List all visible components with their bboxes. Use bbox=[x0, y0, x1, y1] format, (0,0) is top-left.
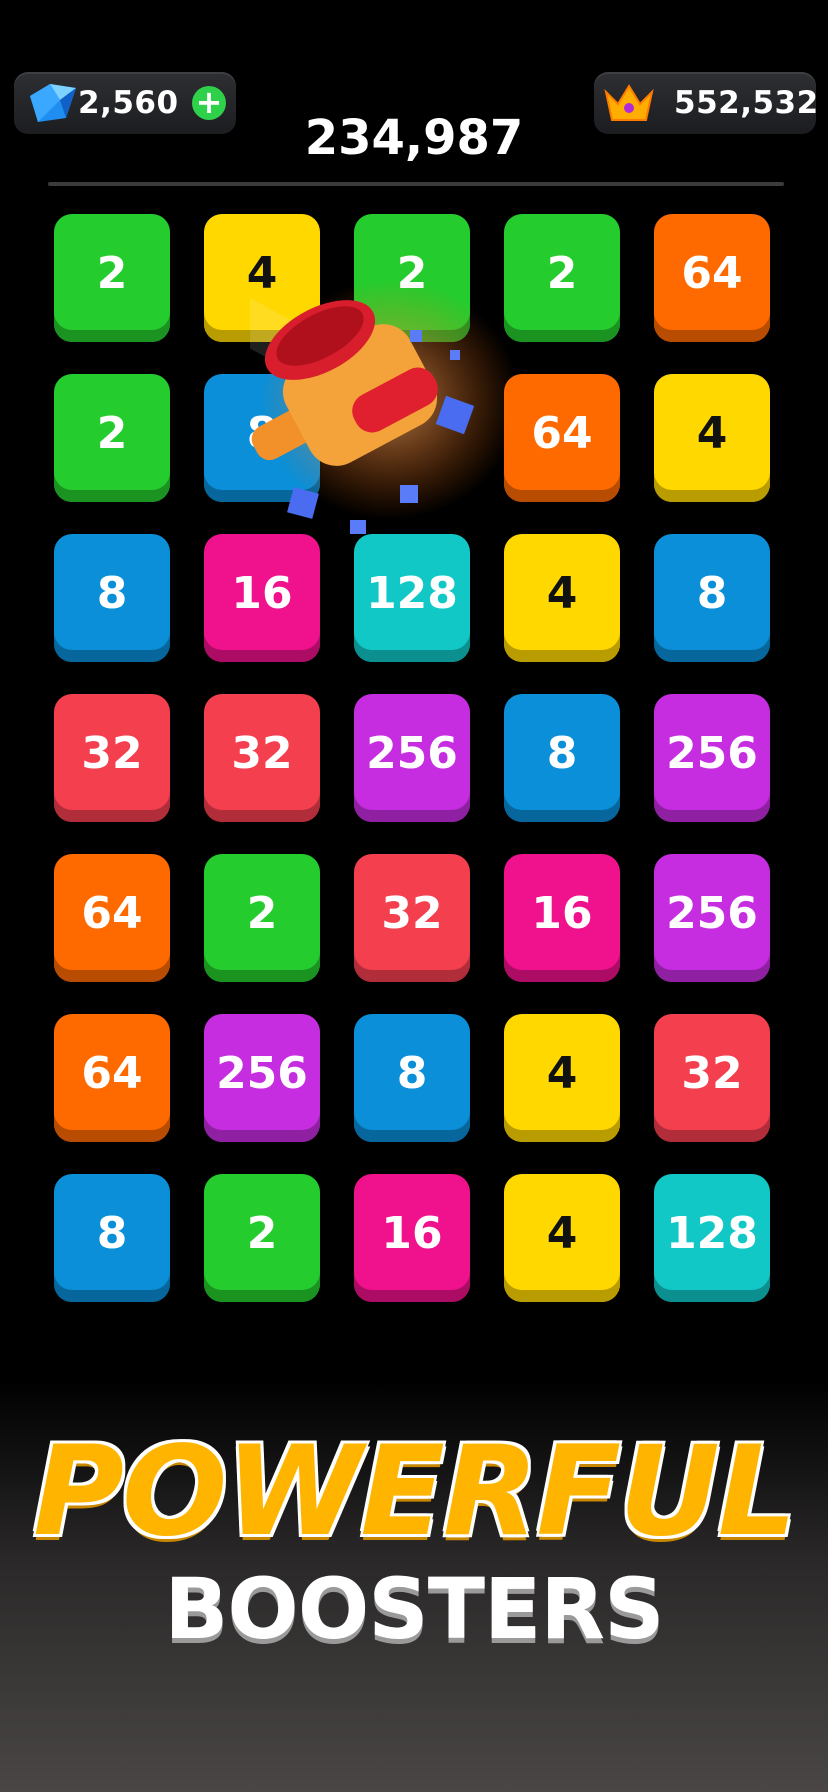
tile[interactable]: 256 bbox=[654, 694, 770, 822]
tile[interactable]: 128 bbox=[654, 1174, 770, 1302]
tile[interactable]: 8 bbox=[54, 1174, 170, 1302]
tile[interactable]: 64 bbox=[654, 214, 770, 342]
tile[interactable]: 8 bbox=[654, 534, 770, 662]
tile[interactable]: 8 bbox=[504, 694, 620, 822]
hammer-icon bbox=[250, 280, 520, 534]
promo-headline: POWERFUL bbox=[33, 1420, 797, 1564]
tile[interactable]: 2 bbox=[204, 1174, 320, 1302]
tile[interactable]: 8 bbox=[354, 1014, 470, 1142]
tile[interactable]: 2 bbox=[54, 214, 170, 342]
tile[interactable]: 16 bbox=[354, 1174, 470, 1302]
tile[interactable]: 256 bbox=[204, 1014, 320, 1142]
tile[interactable]: 4 bbox=[654, 374, 770, 502]
tile[interactable]: 32 bbox=[204, 694, 320, 822]
tile[interactable]: 4 bbox=[504, 1174, 620, 1302]
tile[interactable]: 16 bbox=[204, 534, 320, 662]
game-board[interactable]: 2422642864481612848323225682566423216256… bbox=[0, 0, 828, 1320]
tile[interactable]: 128 bbox=[354, 534, 470, 662]
tile[interactable]: 32 bbox=[54, 694, 170, 822]
tile[interactable]: 64 bbox=[54, 1014, 170, 1142]
promo-subline: BOOSTERS bbox=[164, 1560, 664, 1658]
tile[interactable]: 32 bbox=[354, 854, 470, 982]
tile[interactable]: 64 bbox=[54, 854, 170, 982]
tile[interactable]: 2 bbox=[54, 374, 170, 502]
tile[interactable]: 256 bbox=[354, 694, 470, 822]
tile[interactable]: 4 bbox=[504, 1014, 620, 1142]
tile[interactable]: 8 bbox=[54, 534, 170, 662]
tile[interactable]: 4 bbox=[504, 534, 620, 662]
tile[interactable]: 16 bbox=[504, 854, 620, 982]
tile[interactable]: 2 bbox=[204, 854, 320, 982]
tile[interactable]: 32 bbox=[654, 1014, 770, 1142]
tile[interactable]: 256 bbox=[654, 854, 770, 982]
